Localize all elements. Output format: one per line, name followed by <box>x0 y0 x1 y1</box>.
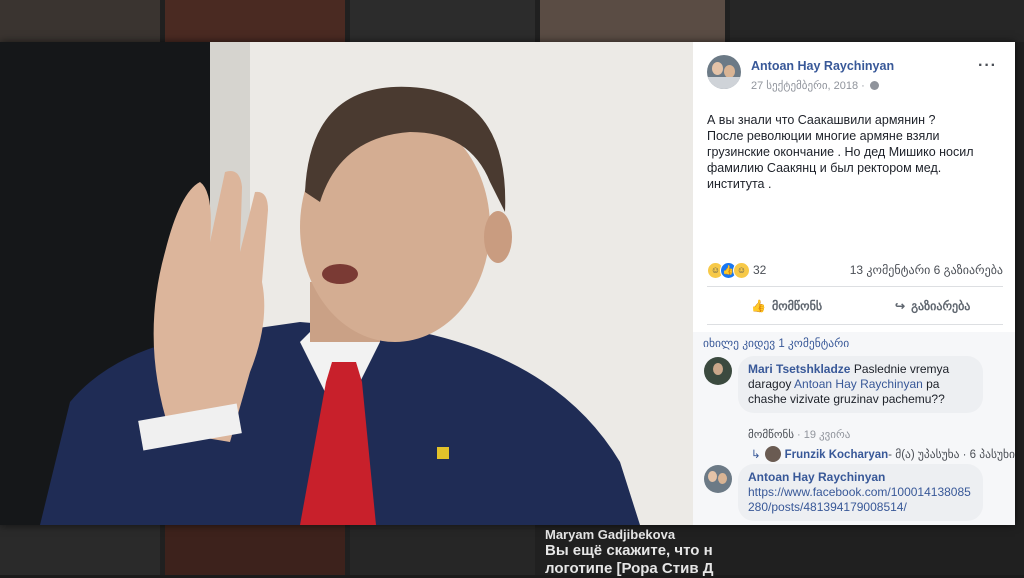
photo-image <box>0 42 693 525</box>
background-text: Вы ещё скажите, что н <box>545 542 713 559</box>
background-post-snippet: Maryam Gadjibekova Вы ещё скажите, что н… <box>545 525 725 577</box>
background-thumbnail[interactable] <box>165 0 345 42</box>
post-header: Antoan Hay Raychinyan 27 სექტემბერი, 201… <box>707 55 1003 95</box>
share-button[interactable]: ↪ გაზიარება <box>895 299 970 313</box>
mention-link[interactable]: Antoan Hay Raychinyan <box>794 377 923 391</box>
divider <box>707 286 1003 287</box>
divider <box>707 324 1003 325</box>
thumbs-up-icon: 👍 <box>751 299 766 313</box>
more-options-button[interactable]: ··· <box>978 57 997 75</box>
comments-shares-count[interactable]: 13 კომენტარი 6 გაზიარება <box>850 263 1003 277</box>
post-date[interactable]: 27 სექტემბერი, 2018 · <box>751 79 879 92</box>
background-thumbnail[interactable] <box>730 0 1024 42</box>
post-author-link[interactable]: Antoan Hay Raychinyan <box>751 59 894 73</box>
like-button-label: მომწონს <box>771 299 823 313</box>
post-date-text: 27 სექტემბერი, 2018 · <box>751 80 865 92</box>
share-button-label: გაზიარება <box>911 299 971 313</box>
commenter-avatar[interactable] <box>704 465 732 493</box>
post-panel: Antoan Hay Raychinyan 27 სექტემბერი, 201… <box>693 42 1015 525</box>
post-photo[interactable] <box>0 42 693 525</box>
reply-avatar <box>764 446 781 462</box>
post-text-line: фамилию Саакянц и был ректором мед. <box>707 161 942 175</box>
post-text-line: А вы знали что Саакашвили армянин ? <box>707 113 936 127</box>
commenter-name[interactable]: Mari Tsetshkladze <box>748 362 850 376</box>
comment-url-link[interactable]: https://www.facebook.com/100014138085280… <box>748 485 973 515</box>
comment-bubble: Mari Tsetshkladze Paslednie vremya darag… <box>738 356 983 413</box>
post-actions: 👍 მომწონს ↪ გაზიარება <box>707 292 1003 322</box>
author-avatar[interactable] <box>707 55 741 89</box>
post-text: А вы знали что Саакашвили армянин ? Посл… <box>707 112 1002 192</box>
reply-thread[interactable]: ↳ Frunzik Kocharyan- მ(ა) უპასუხა · 6 პას… <box>751 446 1015 466</box>
reply-summary: - მ(ა) უპასუხა · 6 პასუხი <box>888 449 1015 461</box>
wow-reaction-icon: ☺ <box>733 262 750 279</box>
background-thumbnail[interactable] <box>0 0 160 42</box>
background-thumbnail[interactable] <box>165 525 345 575</box>
commenter-name[interactable]: Antoan Hay Raychinyan <box>748 470 973 485</box>
background-text: логотипе [Рора Стив Д <box>545 560 714 577</box>
comment-time[interactable]: 19 კვირა <box>804 429 851 441</box>
globe-icon <box>869 81 879 90</box>
reactions-count[interactable]: 32 <box>753 263 766 277</box>
reactions-summary[interactable]: ☺ 👍 ☺ <box>707 262 750 279</box>
background-thumbnail[interactable] <box>540 0 725 42</box>
photo-lightbox: Antoan Hay Raychinyan 27 სექტემბერი, 201… <box>0 42 1015 525</box>
background-author: Maryam Gadjibekova <box>545 527 676 542</box>
comment-bubble: Antoan Hay Raychinyan https://www.facebo… <box>738 464 983 521</box>
commenter-avatar[interactable] <box>704 357 732 385</box>
comment-meta: მომწონს · 19 კვირა <box>748 429 851 441</box>
comment-like-link[interactable]: მომწონს <box>748 429 794 441</box>
like-button[interactable]: 👍 მომწონს <box>751 299 822 313</box>
post-text-line: После революции многие армяне взяли <box>707 129 940 143</box>
post-text-line: института . <box>707 177 772 191</box>
comments-section: იხილე კიდევ 1 კომენტარი Mari Tsetshkladz… <box>693 332 1015 525</box>
background-thumbnail[interactable] <box>0 525 160 575</box>
reply-author: Frunzik Kocharyan <box>784 449 889 461</box>
background-thumbnail[interactable] <box>350 0 535 42</box>
view-previous-comments-link[interactable]: იხილე კიდევ 1 კომენტარი <box>703 336 849 350</box>
post-stats: ☺ 👍 ☺ 32 13 კომენტარი 6 გაზიარება <box>707 262 1003 280</box>
share-arrow-icon: ↪ <box>895 299 906 313</box>
reply-arrow-icon: ↳ <box>751 449 761 461</box>
post-text-line: грузинские окончание . Но дед Мишико нос… <box>707 145 974 159</box>
background-thumbnail[interactable] <box>350 525 535 575</box>
